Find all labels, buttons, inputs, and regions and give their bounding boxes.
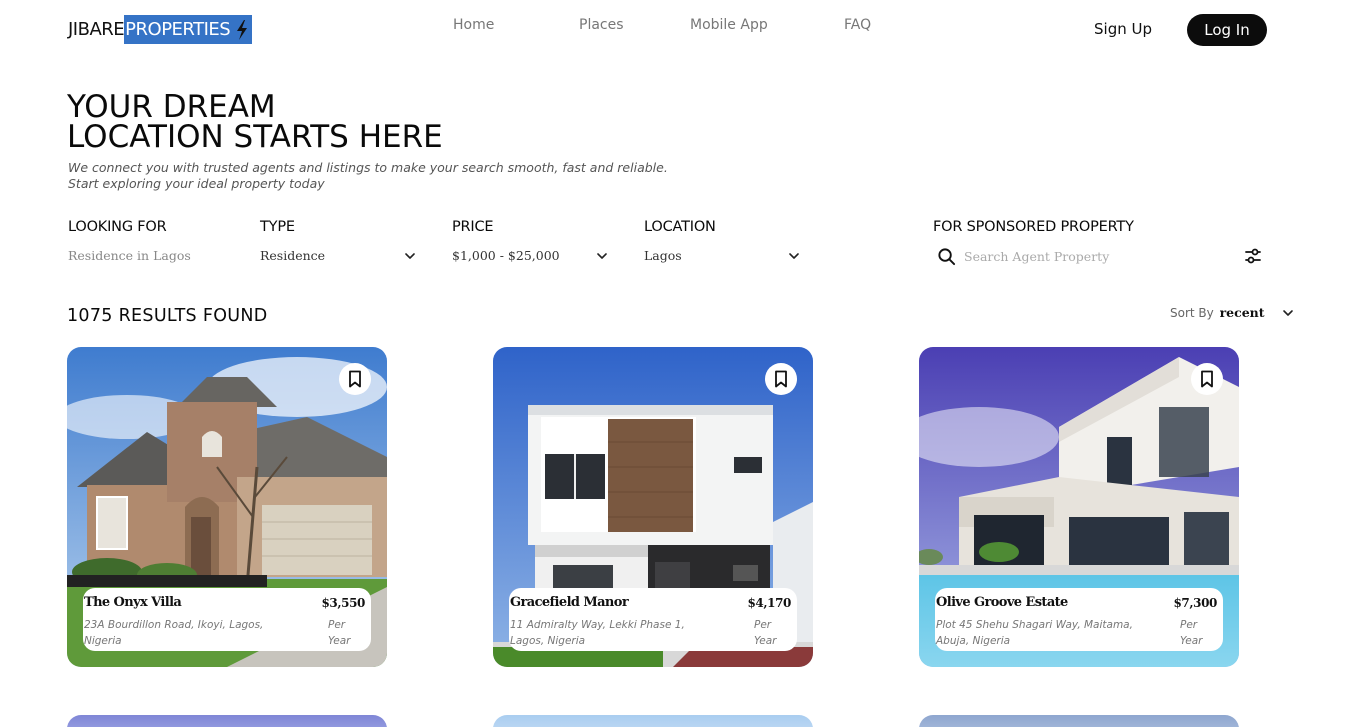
property-name: Gracefield Manor [510, 595, 629, 610]
property-price: $3,550 [321, 596, 365, 610]
bookmark-icon [775, 370, 787, 388]
bookmark-button[interactable] [339, 363, 371, 395]
bookmark-icon [1201, 370, 1213, 388]
filter-sponsored-label: FOR SPONSORED PROPERTY [933, 219, 1134, 235]
chevron-down-icon[interactable] [404, 250, 416, 262]
property-card[interactable]: Gracefield Manor 11 Admiralty Way, Lekki… [493, 347, 813, 667]
property-address: Plot 45 Shehu Shagari Way, Maitama, Abuj… [936, 619, 1133, 647]
hero-subtitle: We connect you with trusted agents and l… [68, 160, 668, 192]
filter-looking-for-label: LOOKING FOR [68, 219, 167, 235]
results-count: 1075 RESULTS FOUND [67, 306, 268, 326]
filter-looking-for-input[interactable]: Residence in Lagos [68, 248, 191, 263]
property-name: The Onyx Villa [84, 595, 182, 610]
price-period: Per Year [1180, 619, 1203, 647]
chevron-down-icon[interactable] [788, 250, 800, 262]
nav-faq[interactable]: FAQ [844, 17, 871, 33]
property-card-partial[interactable] [919, 715, 1239, 727]
filter-price-label: PRICE [452, 219, 494, 235]
filter-settings-icon[interactable] [1243, 246, 1263, 266]
log-in-button[interactable]: Log In [1187, 14, 1267, 46]
nav-mobile-app[interactable]: Mobile App [690, 17, 768, 33]
filter-type-label: TYPE [260, 219, 295, 235]
nav-places[interactable]: Places [579, 17, 624, 33]
hero-title-line1: YOUR DREAM [67, 89, 276, 125]
hero-subtitle-line2: Start exploring your ideal property toda… [68, 176, 325, 191]
property-name: Olive Groove Estate [936, 595, 1068, 610]
search-icon [938, 248, 956, 266]
chevron-down-icon[interactable] [596, 250, 608, 262]
filter-location-label: LOCATION [644, 219, 716, 235]
property-card[interactable]: Olive Groove Estate Plot 45 Shehu Shagar… [919, 347, 1239, 667]
property-info: The Onyx Villa 23A Bourdillon Road, Ikoy… [83, 588, 371, 651]
bookmark-button[interactable] [1191, 363, 1223, 395]
nav-home[interactable]: Home [453, 17, 494, 33]
property-card-partial[interactable] [493, 715, 813, 727]
property-info: Gracefield Manor 11 Admiralty Way, Lekki… [509, 588, 797, 651]
hero-subtitle-line1: We connect you with trusted agents and l… [68, 160, 668, 175]
property-price: $4,170 [747, 596, 791, 610]
main-nav: Home Places Mobile App FAQ [0, 17, 1363, 37]
price-period: Per Year [328, 619, 351, 647]
property-address: 11 Admiralty Way, Lekki Phase 1, Lagos, … [510, 619, 685, 647]
hero-title-line2: LOCATION STARTS HERE [67, 119, 443, 155]
sort-label: Sort By [1170, 306, 1214, 320]
price-period: Per Year [754, 619, 777, 647]
sponsored-search-input[interactable] [964, 245, 1204, 267]
property-card-partial[interactable] [67, 715, 387, 727]
chevron-down-icon[interactable] [1282, 307, 1294, 319]
hero-title: YOUR DREAM LOCATION STARTS HERE [67, 89, 443, 155]
bookmark-button[interactable] [765, 363, 797, 395]
filter-location-select[interactable]: Lagos [644, 248, 682, 263]
bookmark-icon [349, 370, 361, 388]
filter-type-select[interactable]: Residence [260, 248, 325, 263]
property-price: $7,300 [1173, 596, 1217, 610]
sort-value: recent [1219, 305, 1265, 320]
property-address: 23A Bourdillon Road, Ikoyi, Lagos, Niger… [84, 619, 264, 647]
property-card[interactable]: The Onyx Villa 23A Bourdillon Road, Ikoy… [67, 347, 387, 667]
filter-price-select[interactable]: $1,000 - $25,000 [452, 248, 560, 263]
sort-dropdown[interactable]: Sort By recent [1170, 305, 1265, 320]
sign-up-button[interactable]: Sign Up [1094, 20, 1152, 38]
property-info: Olive Groove Estate Plot 45 Shehu Shagar… [935, 588, 1223, 651]
